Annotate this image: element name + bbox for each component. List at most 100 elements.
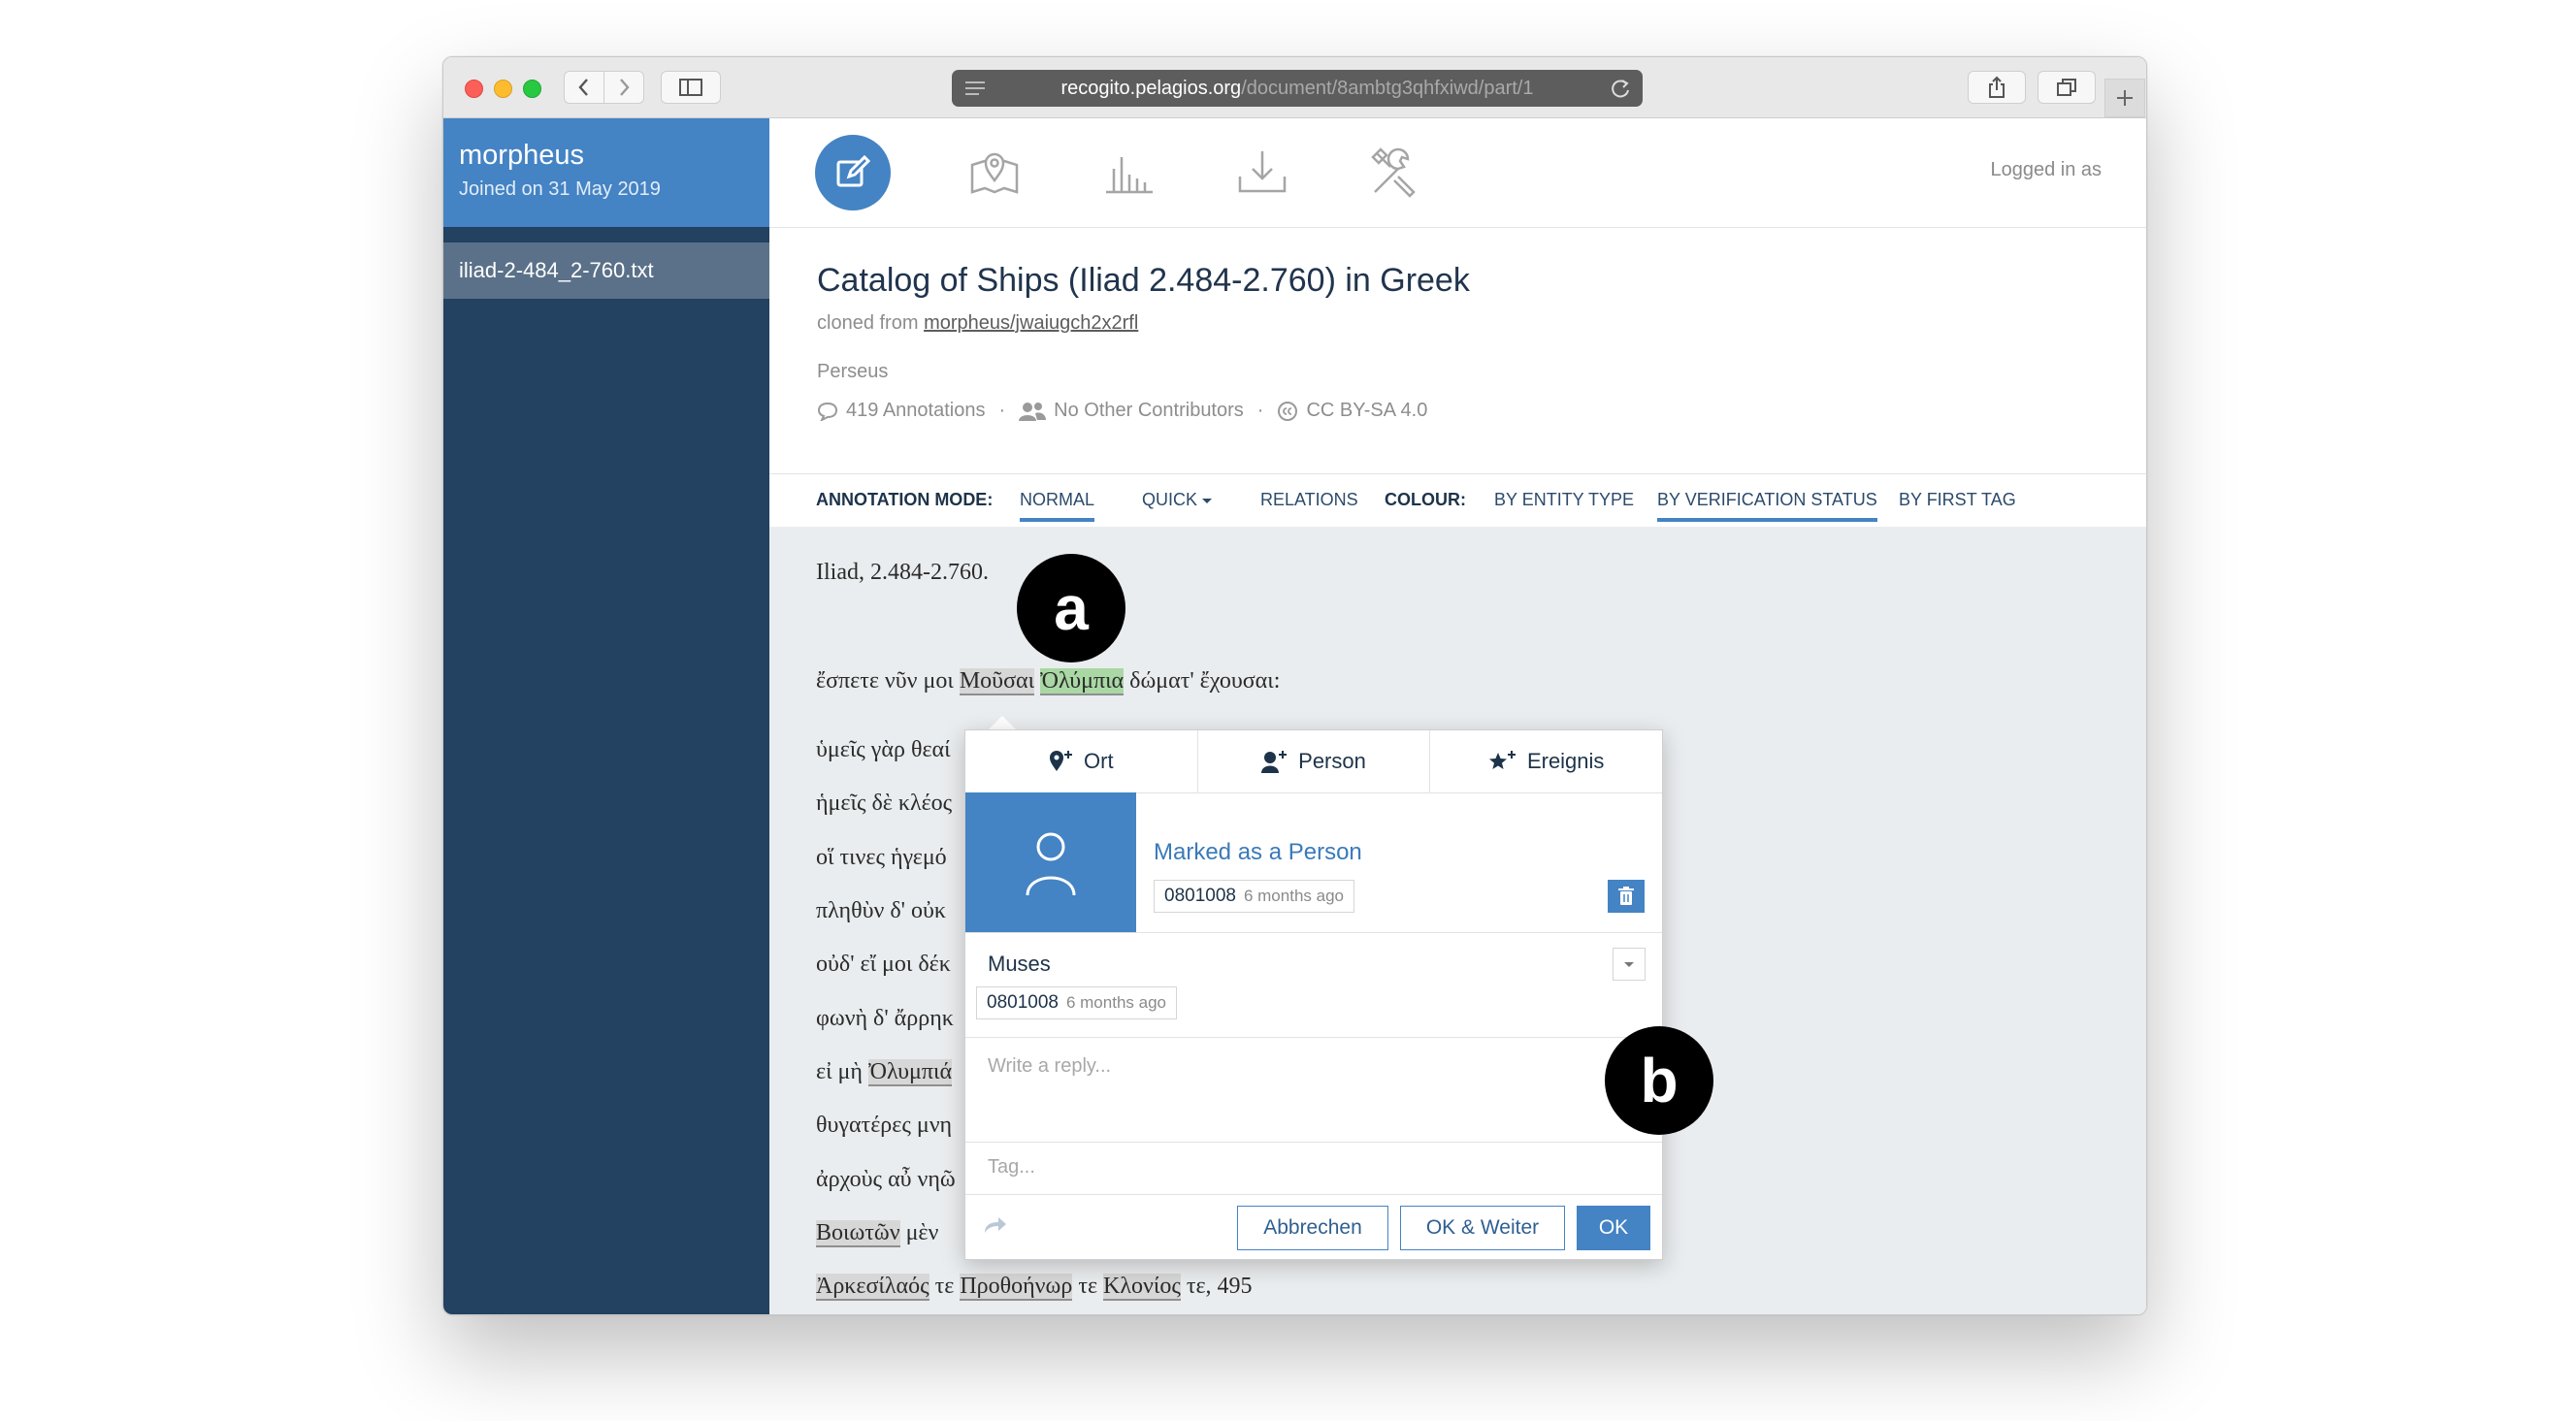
document-meta: 419 Annotations · No Other Contributors … xyxy=(817,400,1427,422)
text-span: μὲν xyxy=(905,1220,939,1245)
entity-type-tabs: Ort Person Ereignis xyxy=(965,730,1662,793)
settings-icon[interactable] xyxy=(1369,147,1419,198)
annotation-prothoenor[interactable]: Προθοήνωρ xyxy=(960,1274,1073,1301)
annotation-olympiades[interactable]: Ὀλυμπιά xyxy=(867,1059,953,1086)
text-line: εἰ μὴ Ὀλυμπιά xyxy=(816,1059,953,1086)
tab-place-label: Ort xyxy=(1084,749,1114,773)
tab-person[interactable]: Person xyxy=(1198,730,1431,792)
license: CC BY-SA 4.0 xyxy=(1306,400,1428,421)
person-plus-icon xyxy=(1261,750,1288,773)
text-line: ὑμεῖς γὰρ θεαί xyxy=(816,737,951,762)
text-span: τε xyxy=(934,1274,955,1299)
sidebar-toggle-button[interactable] xyxy=(661,71,721,104)
author-time: 6 months ago xyxy=(1243,887,1344,905)
annotation-arkesilaos[interactable]: Ἀρκεσίλαός xyxy=(816,1274,929,1301)
edit-icon xyxy=(836,154,871,187)
mode-normal[interactable]: NORMAL xyxy=(1020,490,1095,522)
sidebar-icon xyxy=(679,79,702,96)
back-button[interactable] xyxy=(564,71,604,104)
chevron-left-icon xyxy=(578,79,588,96)
header-nav: Logged in as xyxy=(769,118,2146,228)
reload-icon[interactable] xyxy=(1610,78,1631,99)
plus-icon xyxy=(2117,90,2133,106)
cancel-button[interactable]: Abbrechen xyxy=(1237,1206,1388,1250)
annotation-olympia[interactable]: Ὀλύμπια xyxy=(1040,668,1125,695)
colour-by-entity[interactable]: BY ENTITY TYPE xyxy=(1494,490,1634,510)
user-box[interactable]: morpheus Joined on 31 May 2019 xyxy=(443,118,769,227)
annotation-popup: Ort Person Ereignis Marked as a Person 0… xyxy=(964,729,1663,1260)
new-tab-button[interactable] xyxy=(2104,79,2145,117)
text-line: Ἀρκεσίλαός τε Προθοήνωρ τε Κλονίος τε, 4… xyxy=(816,1274,1253,1301)
tab-person-label: Person xyxy=(1298,749,1366,773)
text-line: πληθὺν δ' οὐκ xyxy=(816,898,946,923)
meta-separator: · xyxy=(998,400,1006,421)
entity-author-id: 0801008 xyxy=(987,992,1059,1013)
annotation-toolbar: ANNOTATION MODE: NORMAL QUICK RELATIONS … xyxy=(769,473,2146,528)
minimize-window-button[interactable] xyxy=(494,80,512,98)
tabs-overview-button[interactable] xyxy=(2038,71,2096,104)
entity-author-time: 6 months ago xyxy=(1065,993,1166,1012)
users-icon xyxy=(1019,402,1047,421)
annotation-count: 419 Annotations xyxy=(846,400,986,421)
chevron-right-icon xyxy=(620,79,630,96)
divider xyxy=(965,1194,1662,1195)
callout-marker-a: a xyxy=(1017,554,1125,662)
tab-event-label: Ereignis xyxy=(1526,749,1605,773)
text-line: ἀρχοὺς αὖ νηῶ xyxy=(816,1167,956,1192)
ok-button[interactable]: OK xyxy=(1577,1206,1650,1250)
delete-button[interactable] xyxy=(1608,880,1645,913)
callout-marker-b: b xyxy=(1605,1026,1713,1135)
mode-relations[interactable]: RELATIONS xyxy=(1260,490,1358,510)
reply-input[interactable]: Write a reply... xyxy=(988,1055,1111,1078)
ok-next-button[interactable]: OK & Weiter xyxy=(1400,1206,1565,1250)
map-icon[interactable] xyxy=(969,147,1020,196)
tabs-icon xyxy=(2057,79,2076,96)
caret-down-icon xyxy=(1202,499,1213,503)
tab-event[interactable]: Ereignis xyxy=(1430,730,1662,792)
mode-quick-label: QUICK xyxy=(1142,490,1198,509)
annotation-mode-label: ANNOTATION MODE: xyxy=(816,490,994,509)
annotation-musai[interactable]: Μοῦσαι xyxy=(959,668,1035,695)
divider xyxy=(965,1142,1662,1143)
annotation-klonios[interactable]: Κλονίος xyxy=(1103,1274,1181,1301)
nav-edit-button[interactable] xyxy=(815,135,891,210)
close-window-button[interactable] xyxy=(465,80,483,98)
author-chip: 0801008 6 months ago xyxy=(1154,880,1354,913)
document-title: Catalog of Ships (Iliad 2.484-2.760) in … xyxy=(817,262,1470,299)
download-icon[interactable] xyxy=(1237,149,1288,194)
text-span: εἰ μὴ xyxy=(816,1059,863,1084)
text-line: ἔσπετε νῦν μοι Μοῦσαι Ὀλύμπια δώματ' ἔχο… xyxy=(816,668,1280,695)
forward-share-icon[interactable] xyxy=(983,1215,1008,1235)
url-host: recogito.pelagios.org xyxy=(1060,77,1242,99)
cloned-link[interactable]: morpheus/jwaiugch2x2rfl xyxy=(924,312,1138,334)
annotation-boiotoi[interactable]: Βοιωτῶν xyxy=(816,1220,900,1247)
author-id: 0801008 xyxy=(1164,886,1236,906)
colour-label: COLOUR: xyxy=(1385,490,1466,509)
entity-author-chip: 0801008 6 months ago xyxy=(976,986,1177,1019)
popup-pointer xyxy=(988,716,1017,730)
text-line: Βοιωτῶν μὲν xyxy=(816,1220,939,1247)
caret-down-icon xyxy=(1624,962,1634,967)
url-path: /document/8ambtg3qhfxiwd/part/1 xyxy=(1241,77,1534,99)
colour-by-verification[interactable]: BY VERIFICATION STATUS xyxy=(1657,490,1877,522)
text-line: οἵ τινες ἡγεμό xyxy=(816,845,947,870)
sidebar-item-document[interactable]: iliad-2-484_2-760.txt xyxy=(443,242,769,299)
stats-icon[interactable] xyxy=(1104,151,1155,194)
tab-place[interactable]: Ort xyxy=(965,730,1198,792)
entity-dropdown-button[interactable] xyxy=(1613,948,1646,981)
contributors: No Other Contributors xyxy=(1054,400,1244,421)
forward-button[interactable] xyxy=(603,71,644,104)
share-icon xyxy=(1989,76,2005,98)
comment-icon xyxy=(817,402,838,421)
text-line: θυγατέρες μνη xyxy=(816,1113,953,1138)
colour-by-tag[interactable]: BY FIRST TAG xyxy=(1899,490,2016,510)
share-button[interactable] xyxy=(1968,71,2026,104)
mode-quick[interactable]: QUICK xyxy=(1142,490,1213,510)
place-plus-icon xyxy=(1049,750,1074,773)
url-bar[interactable]: recogito.pelagios.org/document/8ambtg3qh… xyxy=(952,70,1643,107)
tag-input[interactable]: Tag... xyxy=(988,1156,1035,1179)
title-bar: recogito.pelagios.org/document/8ambtg3qh… xyxy=(443,57,2146,118)
logged-in-label[interactable]: Logged in as xyxy=(1990,159,2102,181)
zoom-window-button[interactable] xyxy=(523,80,541,98)
joined-date: Joined on 31 May 2019 xyxy=(459,178,661,200)
